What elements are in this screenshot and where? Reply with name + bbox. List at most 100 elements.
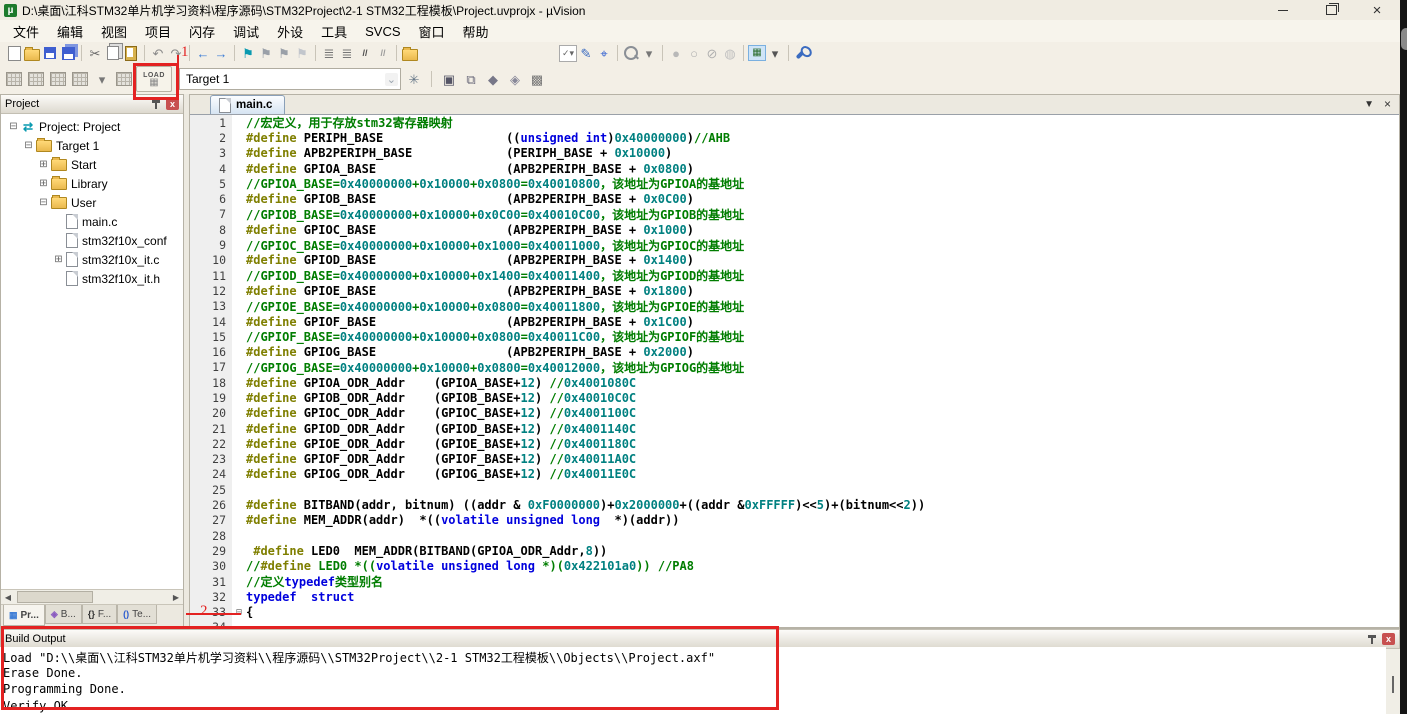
- menu-item-帮助[interactable]: 帮助: [454, 20, 498, 43]
- open-file-icon[interactable]: [23, 44, 41, 62]
- code-line[interactable]: 18 #define GPIOA_ODR_Addr (GPIOA_BASE+12)…: [190, 375, 1399, 391]
- scroll-left-icon[interactable]: ◀: [1, 593, 15, 602]
- code-line[interactable]: 21 #define GPIOD_ODR_Addr (GPIOD_BASE+12)…: [190, 420, 1399, 437]
- code-line[interactable]: 20 #define GPIOC_ODR_Addr (GPIOC_BASE+12)…: [190, 405, 1399, 421]
- code-line[interactable]: 19 #define GPIOB_ODR_Addr (GPIOB_BASE+12)…: [190, 390, 1399, 406]
- menu-item-闪存[interactable]: 闪存: [180, 20, 224, 43]
- find-in-files-icon[interactable]: ⌖: [595, 44, 613, 62]
- code-line[interactable]: 30 //#define LED0 *((volatile unsigned lo…: [190, 558, 1399, 574]
- code-line[interactable]: 25: [190, 482, 1399, 498]
- menu-item-外设[interactable]: 外设: [268, 20, 312, 43]
- close-button[interactable]: ×: [1360, 0, 1394, 20]
- tab-books[interactable]: ◈ B...: [44, 605, 82, 624]
- layout-dropdown-icon[interactable]: ▾: [766, 44, 784, 62]
- breakpoint-disable-icon[interactable]: ⊘: [703, 44, 721, 62]
- window-layout-icon[interactable]: [748, 44, 766, 62]
- menu-item-调试[interactable]: 调试: [224, 20, 268, 43]
- navigate-back-icon[interactable]: ←: [194, 44, 212, 62]
- tab-list-dropdown-icon[interactable]: ▼: [1364, 99, 1374, 110]
- code-line[interactable]: 13 //GPIOE_BASE=0x40000000+0x10000+0x0800…: [190, 298, 1399, 314]
- code-line[interactable]: 4 #define GPIOA_BASE (APB2PERIPH_BASE + 0…: [190, 160, 1399, 177]
- batch-build-icon[interactable]: [71, 70, 89, 88]
- select-folder-icon[interactable]: ◆: [484, 70, 502, 88]
- configure-words-icon[interactable]: ✎: [577, 44, 595, 62]
- tab-functions[interactable]: {} F...: [81, 605, 118, 624]
- restore-button[interactable]: [1314, 0, 1348, 20]
- find-icon[interactable]: [622, 44, 640, 62]
- tree-item-stm32f10x-it.h[interactable]: stm32f10x_it.h: [1, 269, 183, 288]
- menu-item-项目[interactable]: 项目: [136, 20, 180, 43]
- breakpoint-enable-icon[interactable]: ○: [685, 44, 703, 62]
- code-line[interactable]: 3 #define APB2PERIPH_BASE (PERIPH_BASE + …: [190, 145, 1399, 161]
- code-line[interactable]: 5 //GPIOA_BASE=0x40000000+0x10000+0x0800=…: [190, 176, 1399, 192]
- new-file-icon[interactable]: [5, 44, 23, 62]
- tree-expander-icon[interactable]: ⊟: [7, 121, 20, 132]
- code-line[interactable]: 1 //宏定义，用于存放stm32寄存器映射: [190, 115, 1399, 131]
- build-icon[interactable]: [27, 70, 45, 88]
- tree-item-stm32f10x-conf[interactable]: stm32f10x_conf: [1, 231, 183, 250]
- undo-icon[interactable]: ↶: [149, 44, 167, 62]
- copy-icon[interactable]: [104, 44, 122, 62]
- tab-templates[interactable]: () Te...: [117, 605, 158, 624]
- scrollbar-thumb[interactable]: [17, 591, 93, 603]
- multi-project-icon[interactable]: ⧉: [462, 70, 480, 88]
- code-line[interactable]: 15 //GPIOF_BASE=0x40000000+0x10000+0x0800…: [190, 329, 1399, 345]
- save-icon[interactable]: [41, 44, 59, 62]
- uncomment-icon[interactable]: //: [374, 44, 392, 62]
- bookmark-icon[interactable]: ⚑: [239, 44, 257, 62]
- horizontal-scrollbar[interactable]: ◀ ▶: [1, 589, 183, 604]
- configure-icon[interactable]: [793, 44, 811, 62]
- manage-items-icon[interactable]: ▣: [440, 70, 458, 88]
- menu-item-窗口[interactable]: 窗口: [410, 20, 454, 43]
- code-line[interactable]: 31 //定义typedef类型别名: [190, 573, 1399, 590]
- menu-item-文件[interactable]: 文件: [4, 20, 48, 43]
- find-dropdown-icon[interactable]: ▾: [640, 44, 658, 62]
- tree-expander-icon[interactable]: ⊞: [37, 159, 50, 170]
- stop-build-icon[interactable]: [115, 70, 133, 88]
- code-line[interactable]: 6 #define GPIOB_BASE (APB2PERIPH_BASE + 0…: [190, 191, 1399, 207]
- menu-item-工具[interactable]: 工具: [312, 20, 356, 43]
- outdent-icon[interactable]: ≣: [320, 44, 338, 62]
- tree-item-stm32f10x-it.c[interactable]: ⊞ stm32f10x_it.c: [1, 250, 183, 269]
- spellcheck-select-icon[interactable]: [558, 44, 578, 62]
- tree-item-Library[interactable]: ⊞ Library: [1, 174, 183, 193]
- tree-expander-icon[interactable]: ⊞: [52, 254, 65, 265]
- code-line[interactable]: 33⊟{: [190, 604, 1399, 620]
- code-line[interactable]: 28: [190, 528, 1399, 544]
- code-line[interactable]: 7 //GPIOB_BASE=0x40000000+0x10000+0x0C00=…: [190, 206, 1399, 223]
- translate-icon[interactable]: [5, 70, 23, 88]
- code-line[interactable]: 24 #define GPIOG_ODR_Addr (GPIOG_BASE+12)…: [190, 466, 1399, 483]
- code-line[interactable]: 12 #define GPIOE_BASE (APB2PERIPH_BASE + …: [190, 283, 1399, 299]
- tree-expander-icon[interactable]: ⊞: [37, 178, 50, 189]
- code-line[interactable]: 8 #define GPIOC_BASE (APB2PERIPH_BASE + 0…: [190, 222, 1399, 238]
- tree-item-Project-Project[interactable]: ⊟ ⇄ Project: Project: [1, 117, 183, 136]
- breakpoint-kill-icon[interactable]: ◍: [721, 44, 739, 62]
- batch-dropdown-icon[interactable]: ▾: [93, 70, 111, 88]
- code-line[interactable]: 32 typedef struct: [190, 589, 1399, 605]
- menu-item-SVCS[interactable]: SVCS: [356, 22, 409, 41]
- code-line[interactable]: 2 #define PERIPH_BASE ((unsigned int)0x40…: [190, 130, 1399, 146]
- code-line[interactable]: 26 #define BITBAND(addr, bitnum) ((addr &…: [190, 497, 1399, 513]
- open-recent-icon[interactable]: [401, 44, 419, 62]
- next-bookmark-icon[interactable]: ⚑: [275, 44, 293, 62]
- menu-item-编辑[interactable]: 编辑: [48, 20, 92, 43]
- cut-icon[interactable]: ✂: [86, 44, 104, 62]
- code-line[interactable]: 11 //GPIOD_BASE=0x40000000+0x10000+0x1400…: [190, 267, 1399, 284]
- code-line[interactable]: 17 //GPIOG_BASE=0x40000000+0x10000+0x0800…: [190, 359, 1399, 376]
- pack-installer-icon[interactable]: ◈: [506, 70, 524, 88]
- minimize-button[interactable]: [1266, 0, 1300, 20]
- clear-bookmarks-icon[interactable]: ⚑: [293, 44, 311, 62]
- document-tab-main-c[interactable]: main.c: [210, 95, 286, 114]
- options-for-target-icon[interactable]: ✳: [405, 70, 423, 88]
- breakpoint-icon[interactable]: ●: [667, 44, 685, 62]
- comment-icon[interactable]: //: [356, 44, 374, 62]
- menu-item-视图[interactable]: 视图: [92, 20, 136, 43]
- tree-item-main.c[interactable]: main.c: [1, 212, 183, 231]
- indent-icon[interactable]: ≣: [338, 44, 356, 62]
- pin-icon[interactable]: [1367, 634, 1377, 645]
- tree-item-Start[interactable]: ⊞ Start: [1, 155, 183, 174]
- navigate-forward-icon[interactable]: →: [212, 44, 230, 62]
- code-line[interactable]: 10 #define GPIOD_BASE (APB2PERIPH_BASE + …: [190, 252, 1399, 268]
- scroll-right-icon[interactable]: ▶: [169, 593, 183, 602]
- code-line[interactable]: 14 #define GPIOF_BASE (APB2PERIPH_BASE + …: [190, 313, 1399, 330]
